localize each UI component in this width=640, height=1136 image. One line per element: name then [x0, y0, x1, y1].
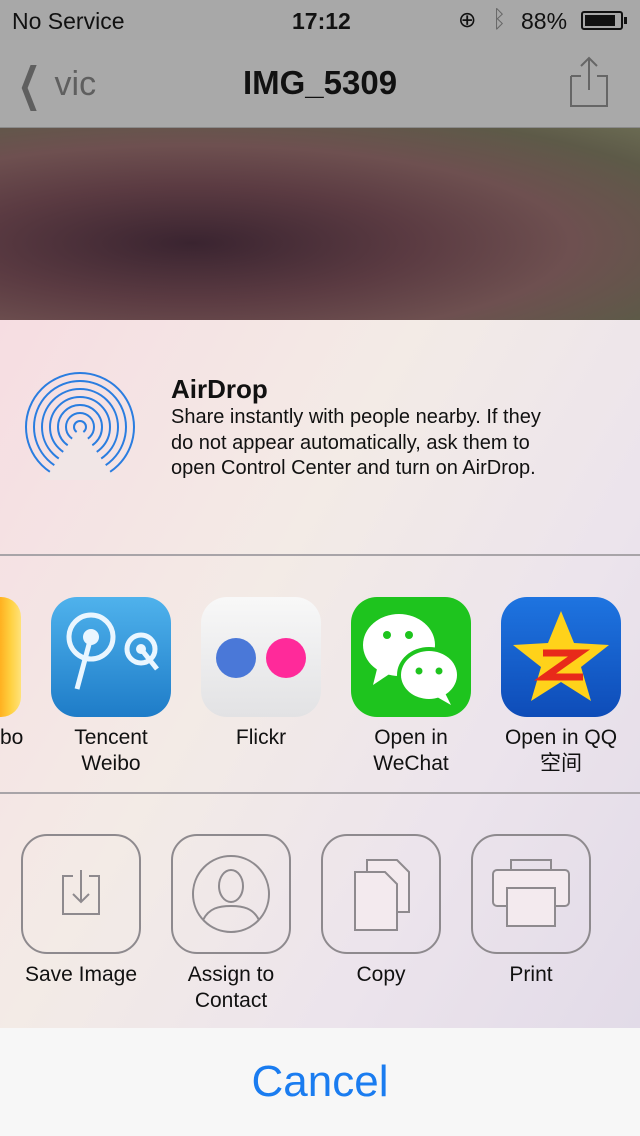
- photo: [0, 128, 640, 320]
- action-label: Save Image: [24, 963, 138, 986]
- carrier: No Service: [12, 8, 125, 34]
- clock: 17:12: [292, 8, 351, 34]
- airdrop-line: open Control Center and turn on AirDrop.: [171, 457, 536, 479]
- copy-icon: [354, 859, 410, 931]
- action-label: Copy: [356, 963, 406, 986]
- airdrop-line: do not appear automatically, ask them to: [171, 431, 530, 454]
- app-wechat[interactable]: [351, 597, 471, 717]
- bluetooth-icon: ᛒ: [492, 6, 507, 33]
- airdrop-title: AirDrop: [171, 374, 268, 404]
- app-qq-zone[interactable]: [501, 597, 621, 717]
- assign-to-contact-button[interactable]: [171, 834, 291, 954]
- weibo-icon: [0, 597, 21, 717]
- action-label: Print: [509, 963, 553, 986]
- copy-button[interactable]: [321, 834, 441, 954]
- app-label: Flickr: [235, 726, 287, 749]
- save-image-button[interactable]: [21, 834, 141, 954]
- flickr-icon: [201, 597, 321, 717]
- status-bar: No Service 17:12 ⊕ ᛒ 88%: [0, 0, 640, 40]
- app-weibo[interactable]: [0, 597, 21, 717]
- action-label: Assign to Contact: [187, 963, 275, 1012]
- app-tencent-weibo[interactable]: [51, 597, 171, 717]
- qq-zone-icon: [501, 597, 621, 717]
- print-button[interactable]: [471, 834, 591, 954]
- airdrop-section[interactable]: AirDrop Share instantly with people near…: [0, 320, 640, 555]
- battery-icon: [581, 11, 623, 30]
- divider: [0, 792, 640, 794]
- app-label: bo: [0, 726, 24, 749]
- app-label: Open in WeChat: [373, 726, 449, 775]
- app-label: Tencent Weibo: [74, 726, 148, 775]
- airdrop-line: Share instantly with people nearby. If t…: [171, 406, 541, 428]
- battery-percent: 88%: [521, 8, 568, 34]
- airdrop-description: Share instantly with people nearby. If t…: [171, 405, 541, 482]
- divider: [0, 554, 640, 556]
- cancel-button[interactable]: Cancel: [0, 1028, 640, 1136]
- tencent-weibo-icon: [51, 597, 171, 717]
- share-sheet: AirDrop Share instantly with people near…: [0, 320, 640, 1028]
- airdrop-icon: [25, 372, 135, 480]
- rotation-lock-icon: ⊕: [458, 7, 477, 32]
- save-image-icon: [62, 870, 100, 915]
- app-flickr[interactable]: [201, 597, 321, 717]
- wechat-icon: [351, 597, 471, 717]
- nav-bar: ❮ vic IMG_5309: [0, 40, 640, 128]
- printer-icon: [492, 859, 570, 927]
- share-icon[interactable]: [565, 54, 613, 114]
- app-label: Open in QQ 空间: [504, 726, 618, 775]
- page-title: IMG_5309: [242, 64, 398, 101]
- contact-icon: [192, 855, 270, 933]
